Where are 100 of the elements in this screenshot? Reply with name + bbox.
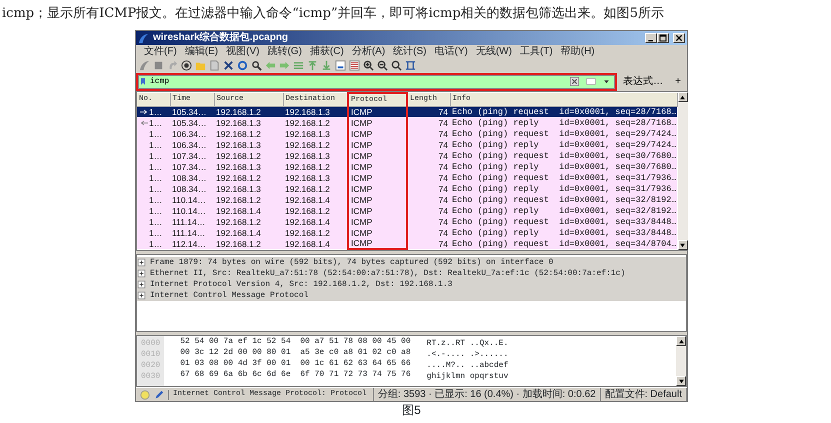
table-cell: ICMP (348, 194, 407, 205)
table-cell: ICMP (348, 106, 407, 117)
table-cell: 192.168.1.2 (283, 227, 348, 238)
bookmark-icon[interactable] (139, 76, 147, 87)
filter-field[interactable]: icmp (147, 76, 570, 88)
tree-item[interactable]: Internet Control Message Protocol (137, 290, 686, 301)
filter-dropdown-button[interactable] (603, 78, 610, 85)
reload-icon[interactable] (237, 60, 248, 71)
table-cell: ICMP (348, 150, 407, 161)
clear-filter-button[interactable] (570, 77, 580, 86)
options-icon[interactable] (181, 60, 192, 71)
menu-item[interactable]: 帮助(H) (556, 45, 599, 58)
menu-item[interactable]: 捕获(C) (306, 45, 348, 58)
filter-bar[interactable]: icmp (138, 74, 616, 88)
table-cell: 110.14… (170, 194, 214, 205)
colorize-icon[interactable] (349, 60, 360, 71)
minimize-button[interactable] (645, 33, 657, 43)
table-cell: 192.168.1.3 (214, 139, 283, 150)
ascii-text: ghijklmn opqrstuv (426, 371, 510, 382)
table-cell: 110.14… (170, 205, 214, 216)
search-icon[interactable] (251, 60, 262, 71)
ascii-text: RT.z..RT ..Qx..E. (426, 338, 510, 349)
expand-icon[interactable] (137, 291, 146, 300)
menu-item[interactable]: 编辑(E) (180, 45, 222, 58)
menu-item[interactable]: 工具(T) (516, 45, 557, 58)
table-cell: 74 (407, 150, 450, 161)
zoom-out-icon[interactable] (377, 60, 388, 71)
scroll-up-icon[interactable] (679, 94, 686, 100)
table-cell: 111.14… (170, 216, 214, 227)
restart-icon[interactable] (167, 60, 178, 71)
menu-item[interactable]: 视图(V) (222, 45, 264, 58)
expression-button[interactable]: 表达式… (619, 76, 668, 88)
table-cell: 192.168.1.4 (214, 227, 283, 238)
offset-text: 0030 (141, 371, 160, 382)
table-cell: ICMP (348, 238, 407, 249)
table-cell: 107.34… (170, 150, 214, 161)
table-cell: 1… (149, 162, 162, 172)
table-cell: 192.168.1.3 (283, 106, 348, 117)
packet-row[interactable]: 1… 112.14… 192.168.1.2 192.168.1.4 ICMP 74 Echo (ping) request id=0x0001, seq=34/8704… (137, 238, 677, 249)
table-cell: 192.168.1.2 (214, 194, 283, 205)
table-cell: 1… (149, 206, 162, 216)
clear-icon (570, 77, 580, 86)
table-cell: Echo (ping) request id=0x0001, seq=28/7168… (450, 106, 677, 117)
close-icon (675, 34, 683, 42)
table-cell: 74 (407, 205, 450, 216)
menu-item[interactable]: 电话(Y) (430, 45, 472, 58)
table-cell: Echo (ping) reply id=0x0001, seq=33/8448… (450, 227, 677, 238)
add-filter-button[interactable]: + (671, 76, 685, 88)
menu-item[interactable]: 文件(F) (140, 45, 181, 58)
table-cell: Echo (ping) reply id=0x0001, seq=31/7936… (450, 183, 677, 194)
table-cell: 192.168.1.2 (283, 161, 348, 172)
table-cell: 192.168.1.2 (214, 128, 283, 139)
table-cell: 192.168.1.3 (283, 150, 348, 161)
figure-caption: 图5 (401, 403, 422, 417)
menu-item[interactable]: 统计(S) (389, 45, 430, 58)
hex-bytes: 67 68 69 6a 6b 6c 6d 6e 6f 70 71 72 73 74 75 76 (180, 369, 411, 380)
tree-item[interactable]: Internet Protocol Version 4, Src: 192.168.1.2, Dst: 192.168.1.3 (137, 279, 686, 290)
table-cell: ICMP (348, 205, 407, 216)
table-cell: 1… (149, 128, 162, 138)
menu-item[interactable]: 分析(A) (348, 45, 390, 58)
expand-icon[interactable] (137, 269, 146, 278)
scrollbar[interactable] (678, 92, 688, 250)
offset-text: 0010 (141, 349, 160, 360)
table-cell: 1… (149, 172, 162, 182)
window-title: wireshark综合数据包.pcapng (153, 31, 290, 45)
maximize-icon (659, 34, 667, 42)
scrollbar[interactable] (676, 336, 686, 386)
table-cell: 74 (407, 238, 450, 249)
table-cell: 106.34… (170, 128, 214, 139)
table-cell: 107.34… (170, 161, 214, 172)
scroll-up-icon[interactable] (678, 338, 684, 344)
table-cell: 192.168.1.4 (283, 238, 348, 249)
zoom-in-icon[interactable] (363, 60, 374, 71)
resize-columns-icon[interactable] (405, 60, 416, 71)
ascii-text: ....M?.. ..abcdef (426, 360, 510, 371)
expand-icon[interactable] (137, 258, 146, 267)
table-cell: 1… (149, 140, 162, 150)
pencil-icon[interactable] (154, 390, 164, 400)
profile-label[interactable]: 配置文件: Default (600, 388, 687, 401)
close-button[interactable] (673, 33, 685, 43)
fin-icon (138, 32, 149, 44)
tree-item[interactable]: Frame 1879: 74 bytes on wire (592 bits), 74 bytes captured (592 bits) on interface 0 (137, 257, 686, 268)
expand-icon[interactable] (137, 280, 146, 289)
maximize-button[interactable] (657, 33, 669, 43)
table-cell: 192.168.1.3 (283, 172, 348, 183)
scroll-down-icon[interactable] (678, 378, 684, 384)
table-cell: 192.168.1.3 (214, 117, 283, 128)
request-arrow-icon (139, 108, 149, 116)
scroll-down-icon[interactable] (679, 242, 686, 248)
table-cell: 192.168.1.4 (214, 205, 283, 216)
table-cell: 1… (149, 228, 162, 238)
menu-item[interactable]: 跳转(G) (263, 45, 306, 58)
menu-item[interactable]: 无线(W) (472, 45, 516, 58)
table-cell: ICMP (348, 216, 407, 227)
packet-stats: 分组: 3593 · 已显示: 16 (0.4%) · 加载时间: 0:0.62 (374, 388, 601, 401)
close-file-icon[interactable] (223, 60, 234, 71)
autoscroll-icon[interactable] (335, 60, 346, 71)
table-cell: ICMP (348, 117, 407, 128)
zoom-reset-icon[interactable] (391, 60, 402, 71)
table-cell: 192.168.1.2 (214, 238, 283, 249)
